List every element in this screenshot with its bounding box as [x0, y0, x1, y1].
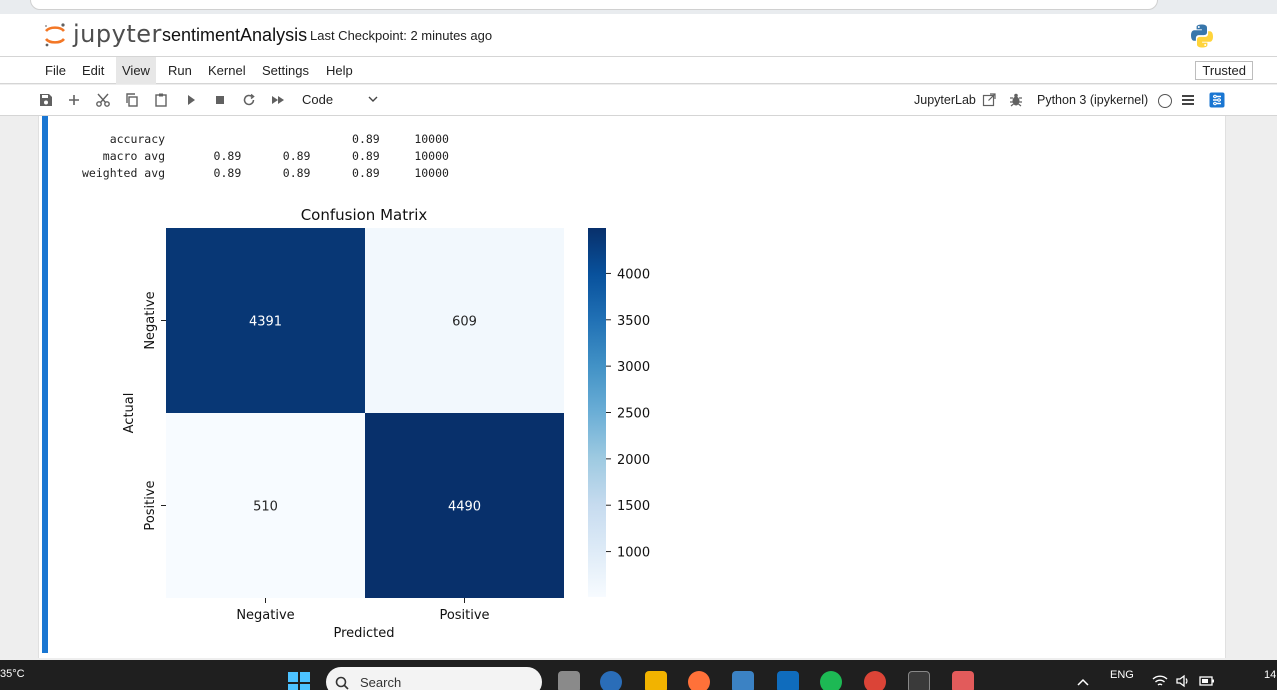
external-link-icon[interactable] — [981, 92, 997, 108]
speaker-icon[interactable] — [1175, 674, 1191, 688]
outlook-icon[interactable] — [777, 671, 799, 690]
y-tick-label: Negative — [143, 291, 158, 349]
copy-icon[interactable] — [124, 92, 140, 108]
jupyter-wordmark[interactable]: jupyter — [73, 20, 162, 48]
terminal-icon[interactable] — [908, 671, 930, 690]
edge-browser-icon[interactable] — [600, 671, 622, 690]
checkpoint-status: Last Checkpoint: 2 minutes ago — [310, 28, 493, 43]
notebook-toolbar: Code JupyterLab Python 3 (ipykernel) — [0, 85, 1277, 116]
python-logo-icon — [1191, 24, 1213, 48]
colorbar — [588, 228, 606, 597]
cell-value-label: 4391 — [249, 315, 282, 330]
input-language[interactable]: ENG — [1110, 669, 1134, 681]
restart-icon[interactable] — [241, 92, 257, 108]
snipping-tool-icon[interactable] — [952, 671, 974, 690]
colorbar-tick-label: 1000 — [617, 546, 650, 561]
windows-start-icon[interactable] — [288, 672, 310, 690]
menu-run[interactable]: Run — [162, 57, 198, 84]
colorbar-tick-label: 3500 — [617, 314, 650, 329]
system-clock[interactable]: 14 — [1264, 669, 1276, 681]
search-icon — [335, 676, 349, 690]
address-bar[interactable] — [30, 0, 1158, 10]
property-inspector-icon[interactable] — [1209, 92, 1225, 108]
cut-icon[interactable] — [95, 92, 111, 108]
browser-tab-strip — [0, 0, 1277, 14]
x-tick-label: Negative — [236, 608, 294, 623]
colorbar-tick-label: 2000 — [617, 453, 650, 468]
notebook-area[interactable]: accuracy 0.89 10000 macro avg 0.89 0.89 … — [0, 116, 1277, 658]
add-cell-icon[interactable] — [66, 92, 82, 108]
menu-view[interactable]: View — [116, 57, 156, 84]
y-axis-label: Actual — [122, 393, 137, 434]
jupyterlab-link[interactable]: JupyterLab — [914, 93, 976, 107]
menu-lines-icon[interactable] — [1180, 92, 1196, 108]
file-explorer-icon[interactable] — [645, 671, 667, 690]
cell-value-label: 4490 — [448, 500, 481, 515]
spotify-icon[interactable] — [820, 671, 842, 690]
menu-edit[interactable]: Edit — [76, 57, 110, 84]
kernel-status-icon — [1158, 94, 1172, 108]
taskbar-search-label: Search — [360, 675, 402, 690]
run-icon[interactable] — [183, 92, 199, 108]
notebook-title[interactable]: sentimentAnalysis — [162, 25, 307, 46]
trusted-indicator[interactable]: Trusted — [1195, 61, 1253, 80]
stop-icon[interactable] — [212, 92, 228, 108]
jupyter-logo-icon[interactable] — [43, 22, 67, 48]
weather-temperature[interactable]: 35°C — [0, 668, 25, 680]
chevron-up-icon[interactable] — [1077, 678, 1089, 686]
confusion-matrix-figure: Confusion Matrix 4391 609 510 4490 Negative… — [122, 206, 650, 641]
y-tick-label: Positive — [143, 480, 158, 530]
save-icon[interactable] — [38, 92, 54, 108]
jupyter-header: jupyter sentimentAnalysis Last Checkpoin… — [0, 14, 1277, 56]
cell-value-label: 609 — [452, 315, 477, 330]
fast-forward-icon[interactable] — [270, 92, 286, 108]
menu-help[interactable]: Help — [320, 57, 359, 84]
cell-value-label: 510 — [253, 500, 278, 515]
taskbar-search-input[interactable] — [326, 667, 542, 690]
colorbar-tick-label: 4000 — [617, 267, 650, 282]
colorbar-tick-label: 2500 — [617, 407, 650, 422]
menu-bar: File Edit View Run Kernel Settings Help … — [0, 56, 1277, 84]
cell-type-select[interactable]: Code — [302, 92, 333, 107]
x-tick-label: Positive — [439, 608, 489, 623]
x-axis-label: Predicted — [333, 626, 394, 641]
battery-icon[interactable] — [1199, 675, 1215, 687]
wifi-icon[interactable] — [1152, 674, 1168, 688]
chrome-icon[interactable] — [864, 671, 886, 690]
colorbar-tick-label: 1500 — [617, 499, 650, 514]
task-view-icon[interactable] — [558, 671, 580, 690]
firefox-icon[interactable] — [688, 671, 710, 690]
chart-title: Confusion Matrix — [301, 206, 428, 224]
microsoft-store-icon[interactable] — [732, 671, 754, 690]
paste-icon[interactable] — [153, 92, 169, 108]
menu-settings[interactable]: Settings — [256, 57, 315, 84]
menu-kernel[interactable]: Kernel — [202, 57, 252, 84]
windows-taskbar: 35°C Search ENG 14 — [0, 660, 1277, 690]
chevron-down-icon[interactable] — [368, 94, 378, 104]
menu-file[interactable]: File — [39, 57, 72, 84]
kernel-name[interactable]: Python 3 (ipykernel) — [1037, 93, 1148, 107]
debugger-bug-icon[interactable] — [1008, 92, 1024, 108]
colorbar-tick-label: 3000 — [617, 360, 650, 375]
